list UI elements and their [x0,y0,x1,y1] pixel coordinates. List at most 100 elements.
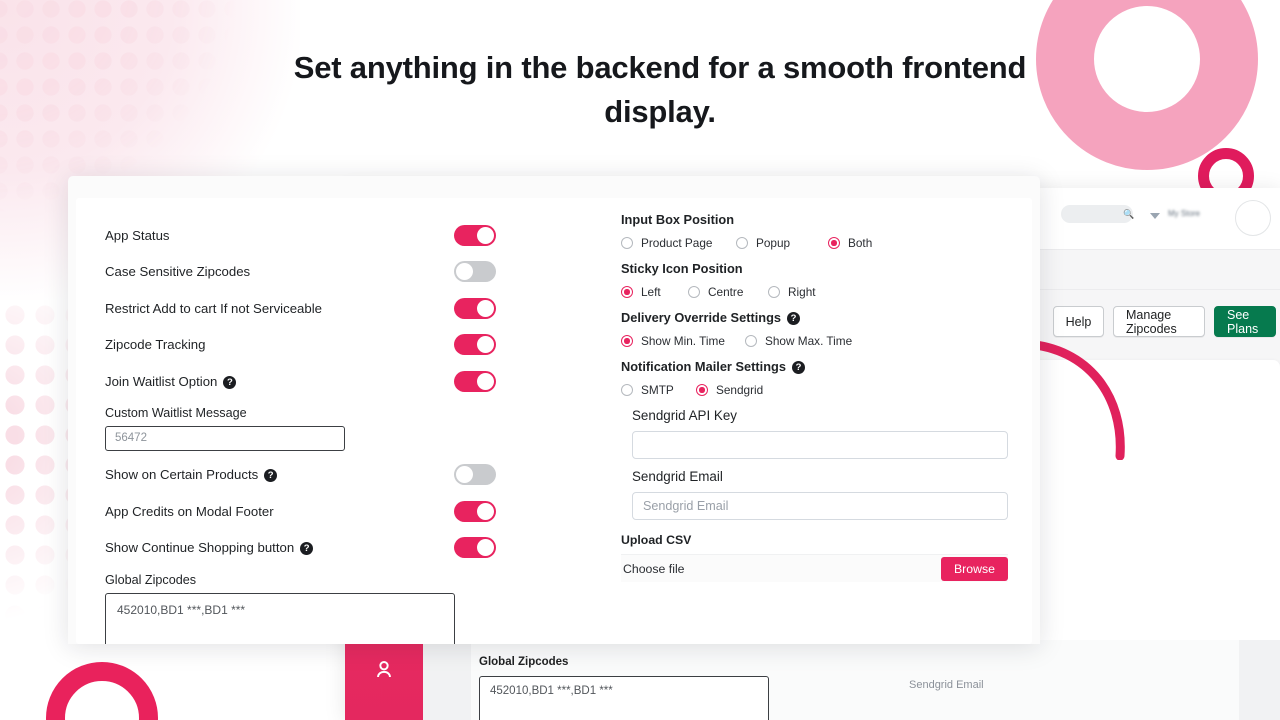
sendgrid-email-label: Sendgrid Email [632,469,723,484]
radio-label: Sendgrid [716,383,764,397]
custom-waitlist-message-label: Custom Waitlist Message [105,405,247,420]
radio-smtp[interactable]: SMTP [621,383,696,397]
radio-right[interactable]: Right [768,285,816,299]
setting-label: Restrict Add to cart If not Serviceable [105,300,322,316]
settings-panel: App Status Case Sensitive Zipcodes Restr… [68,176,1040,644]
bg-see-plans-button[interactable]: See Plans [1214,306,1276,337]
radio-both[interactable]: Both [828,236,872,250]
radio-popup[interactable]: Popup [736,236,828,250]
radio-show-min-time[interactable]: Show Min. Time [621,334,745,348]
radio-label: Centre [708,285,744,299]
bg-global-zipcodes-label: Global Zipcodes [479,656,569,668]
radio-dot [621,237,633,249]
toggle-app-credits-modal-footer[interactable] [454,500,496,522]
radio-dot [745,335,757,347]
delivery-override-settings-label: Delivery Override Settings ? [621,310,1013,325]
delivery-override-settings-text: Delivery Override Settings [621,310,782,325]
bg-sidebar-rail [423,640,471,720]
toggle-restrict-add-to-cart[interactable] [454,297,496,319]
radio-show-max-time[interactable]: Show Max. Time [745,334,852,348]
help-icon[interactable]: ? [223,375,237,389]
avatar[interactable] [1235,200,1271,236]
radio-label: Both [848,236,873,250]
radio-label: Right [788,285,816,299]
sticky-icon-position-options: Left Centre Right [621,285,1013,299]
bg-lower-region: Global Zipcodes 452010,BD1 ***,BD1 *** C… [471,620,1239,720]
setting-label: Show on Certain Products [105,467,259,483]
sendgrid-email-input[interactable]: Sendgrid Email [632,492,1008,520]
setting-row-app-credits-modal-footer: App Credits on Modal Footer [105,493,575,530]
delivery-override-options: Show Min. Time Show Max. Time [621,334,1013,348]
radio-sendgrid[interactable]: Sendgrid [696,383,763,397]
browse-button[interactable]: Browse [940,556,1008,581]
radio-label: SMTP [641,383,674,397]
toggle-knob [456,263,473,281]
setting-label: App Status [105,227,170,243]
notification-mailer-settings-label: Notification Mailer Settings ? [621,359,1013,374]
toggle-show-on-certain-products[interactable] [454,464,496,486]
global-zipcodes-textarea[interactable]: 452010,BD1 ***,BD1 *** [105,593,455,644]
help-icon[interactable]: ? [787,312,801,325]
input-box-position-options: Product Page Popup Both [621,236,1013,250]
toggle-knob [477,336,494,354]
toggle-knob [477,299,494,317]
sticky-icon-position-label: Sticky Icon Position [621,261,743,276]
radio-label: Product Page [641,236,713,250]
search-icon: 🔍 [1123,209,1135,219]
bg-sidebar [345,640,423,720]
settings-left-column: App Status Case Sensitive Zipcodes Restr… [105,217,575,644]
settings-right-column: Input Box Position Product Page Popup Bo… [621,212,1013,582]
chevron-down-icon[interactable] [1150,213,1160,219]
global-zipcodes-label: Global Zipcodes [105,573,197,587]
radio-label: Show Max. Time [765,334,853,348]
toggle-knob [477,539,494,557]
page-title: Set anything in the backend for a smooth… [293,50,1027,129]
bg-global-zipcodes-textarea[interactable]: 452010,BD1 ***,BD1 *** [479,676,769,720]
bg-sendgrid-email-small: Sendgrid Email [909,679,984,691]
sendgrid-api-key-input[interactable] [632,431,1008,459]
help-icon[interactable]: ? [791,361,805,374]
setting-label: App Credits on Modal Footer [105,503,274,519]
setting-row-show-continue-shopping: Show Continue Shopping button ? [105,530,575,567]
sendgrid-api-key-field: Sendgrid API Key Sendgrid Email Sendgrid… [632,408,1013,520]
setting-label: Zipcode Tracking [105,337,206,353]
toggle-app-status[interactable] [454,224,496,246]
upload-csv-field: Upload CSV Choose file Browse [621,533,1013,582]
toggle-knob [456,466,473,484]
bg-help-button[interactable]: Help [1053,306,1104,337]
toggle-show-continue-shopping[interactable] [454,537,496,559]
bg-manage-zipcodes-button[interactable]: Manage Zipcodes [1113,306,1205,337]
toggle-knob [477,372,494,390]
toggle-knob [477,226,494,244]
notification-mailer-options: SMTP Sendgrid [621,383,1013,397]
help-icon[interactable]: ? [264,469,278,483]
radio-product-page[interactable]: Product Page [621,236,736,250]
radio-dot [736,237,748,249]
setting-row-show-on-certain-products: Show on Certain Products ? [105,457,575,494]
global-zipcodes-field: Global Zipcodes 452010,BD1 ***,BD1 *** [105,573,575,644]
radio-centre[interactable]: Centre [688,285,768,299]
setting-label: Case Sensitive Zipcodes [105,264,251,280]
toggle-zipcode-tracking[interactable] [454,334,496,356]
user-icon [377,661,391,678]
custom-waitlist-message-input[interactable]: 56472 [105,425,345,451]
setting-row-zipcode-tracking: Zipcode Tracking [105,327,575,364]
input-box-position-label: Input Box Position [621,212,735,227]
setting-row-restrict-add-to-cart: Restrict Add to cart If not Serviceable [105,290,575,327]
radio-dot [696,384,708,396]
toggle-case-sensitive-zipcodes[interactable] [454,261,496,283]
radio-label: Popup [756,236,791,250]
decorative-donut-large [1036,0,1258,170]
promo-screenshot: Set anything in the backend for a smooth… [0,0,1280,720]
toggle-join-waitlist-option[interactable] [454,370,496,392]
upload-csv-bar: Choose file Browse [621,554,1008,582]
radio-label: Left [641,285,661,299]
bg-store-name: My Store [1168,209,1201,218]
setting-row-join-waitlist-option: Join Waitlist Option ? [105,363,575,400]
setting-label: Show Continue Shopping button [105,540,295,556]
decorative-ring-bottom-left [46,662,158,720]
setting-row-case-sensitive-zipcodes: Case Sensitive Zipcodes [105,254,575,291]
radio-left[interactable]: Left [621,285,688,299]
sendgrid-api-key-label: Sendgrid API Key [632,408,737,423]
help-icon[interactable]: ? [300,542,314,556]
